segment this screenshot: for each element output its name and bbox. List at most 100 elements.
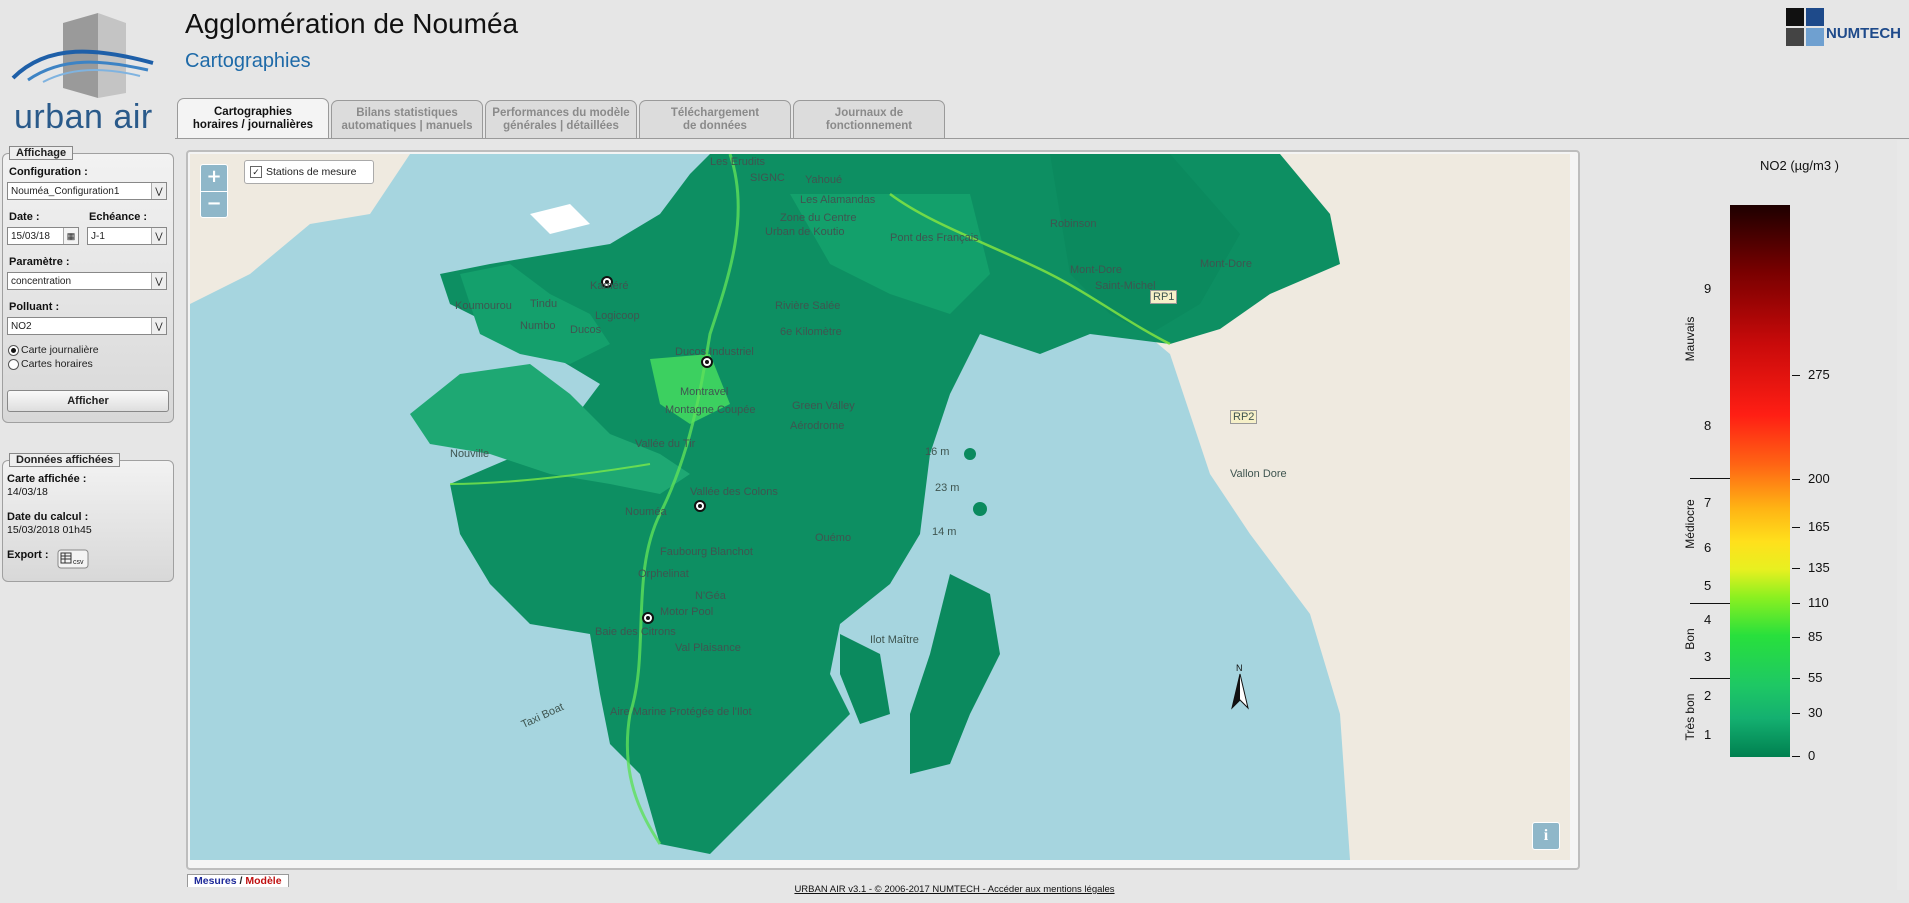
map-canvas: N	[190, 154, 1570, 860]
colorbar-tick-right: 275	[1808, 367, 1830, 382]
main-tabs: Cartographies horaires / journalières Bi…	[177, 98, 945, 140]
affichage-legend: Affichage	[9, 146, 74, 160]
map-label: 14 m	[932, 526, 957, 538]
map-label: Numbo	[520, 320, 556, 332]
map-label: Tindu	[530, 298, 558, 310]
map-label: Green Valley	[792, 400, 855, 412]
radio-horaires-label: Cartes horaires	[21, 358, 93, 370]
parametre-select[interactable]: concentration ⋁	[7, 272, 167, 290]
chevron-down-icon: ⋁	[151, 273, 166, 289]
map-label: Vallée des Colons	[690, 486, 778, 498]
page-scrollbar[interactable]	[1897, 140, 1909, 890]
tick-mark	[1792, 479, 1800, 480]
colorbar-tick-left: 5	[1704, 578, 1712, 593]
colorbar-tick-right: 55	[1808, 670, 1823, 685]
zoom-in-button[interactable]: +	[201, 165, 227, 192]
colorbar-tick-left: 7	[1704, 495, 1712, 510]
zoom-out-button[interactable]: −	[201, 192, 227, 218]
colorbar-tick-right: 135	[1808, 560, 1830, 575]
brand-logo-text: NUMTECH	[1826, 25, 1901, 42]
colorbar	[1730, 205, 1790, 757]
map-label: Faubourg Blanchot	[660, 546, 753, 558]
calendar-icon[interactable]: ▦	[63, 228, 78, 244]
colorbar-tick-left: 3	[1704, 649, 1712, 664]
colorbar-tick-right: 30	[1808, 705, 1823, 720]
map-label: Montravel	[680, 386, 729, 398]
map-label: Ducos	[570, 324, 602, 336]
colorbar-title: NO2 (µg/m3 )	[1760, 158, 1840, 173]
tick-mark	[1792, 713, 1800, 714]
road-label: RP1	[1150, 290, 1178, 304]
radio-journaliere-label: Carte journalière	[21, 344, 99, 356]
tab-bilans[interactable]: Bilans statistiques automatiques | manue…	[331, 100, 483, 139]
stations-label: Stations de mesure	[266, 166, 357, 178]
tab-cartographies[interactable]: Cartographies horaires / journalières	[177, 98, 329, 139]
map-label: Saint-Michel	[1095, 280, 1156, 292]
donnees-panel: Données affichées Carte affichée : 14/03…	[2, 453, 174, 582]
chevron-down-icon: ⋁	[151, 183, 166, 199]
polluant-label: Polluant :	[9, 301, 60, 313]
radio-dot	[8, 358, 19, 370]
echeance-label: Echéance :	[89, 211, 148, 223]
map-label: Zone du Centre	[780, 212, 857, 224]
map-label: Logicoop	[595, 310, 640, 322]
tab-journaux[interactable]: Journaux de fonctionnement	[793, 100, 945, 139]
info-button[interactable]: i	[1532, 822, 1560, 850]
colorbar-tick-right: 165	[1808, 519, 1830, 534]
colorbar-tick-left: 9	[1704, 281, 1712, 296]
radio-dot-selected	[8, 344, 19, 356]
map-label: 23 m	[935, 482, 960, 494]
map-label: Les Erudits	[710, 156, 766, 168]
map-view[interactable]: N Les Erudits SIGNC Yahoué Les Alamandas…	[190, 154, 1570, 860]
colorbar-category: Médiocre	[1683, 499, 1697, 549]
date-input[interactable]: 15/03/18 ▦	[7, 227, 79, 245]
map-label: Pont des Français	[890, 232, 979, 244]
colorbar-category: Très bon	[1683, 693, 1697, 741]
colorbar-tick-right: 85	[1808, 629, 1823, 644]
page-title: Agglomération de Nouméa	[185, 8, 519, 39]
tab-telechargement[interactable]: Téléchargement de données	[639, 100, 791, 139]
map-label: Val Plaisance	[675, 642, 741, 654]
page-subtitle: Cartographies	[185, 50, 311, 72]
echeance-value: J-1	[91, 231, 105, 242]
chevron-down-icon: ⋁	[151, 228, 166, 244]
logo-text: urban air	[14, 98, 153, 136]
afficher-button[interactable]: Afficher	[7, 390, 169, 412]
map-label: Motor Pool	[660, 606, 714, 618]
map-label: Urban de Koutio	[765, 226, 845, 238]
echeance-select[interactable]: J-1 ⋁	[87, 227, 167, 245]
footer-legal-link[interactable]: URBAN AIR v3.1 - © 2006-2017 NUMTECH - A…	[0, 884, 1909, 895]
map-label: 6e Kilomètre	[780, 326, 842, 338]
tick-mark	[1792, 603, 1800, 604]
colorbar-tick-left: 6	[1704, 540, 1712, 555]
zoom-control: + −	[200, 164, 228, 218]
map-label: Vallée du Tir	[635, 438, 696, 450]
colorbar-category: Mauvais	[1683, 316, 1697, 362]
map-label: Nouméa	[625, 506, 667, 518]
map-label: N'Géa	[695, 590, 726, 602]
radio-cartes-horaires[interactable]: Cartes horaires	[8, 358, 93, 370]
map-label: Montagne Coupée	[665, 404, 756, 416]
tick-mark	[1792, 756, 1800, 757]
colorbar-tick-left: 8	[1704, 418, 1712, 433]
map-label: Ducos Industriel	[675, 346, 754, 358]
csv-icon[interactable]: csv	[57, 549, 89, 569]
tick-mark	[1792, 568, 1800, 569]
road-label: RP2	[1230, 410, 1258, 424]
polluant-select[interactable]: NO2 ⋁	[7, 317, 167, 335]
donnees-legend: Données affichées	[9, 453, 121, 467]
map-label: Ouémo	[815, 532, 852, 544]
map-label: Les Alamandas	[800, 194, 876, 206]
map-label: Nouville	[450, 448, 490, 460]
stations-toggle[interactable]: ✓ Stations de mesure	[244, 160, 374, 184]
map-label: Ilot Maître	[870, 634, 919, 646]
radio-carte-journaliere[interactable]: Carte journalière	[8, 344, 99, 356]
configuration-select[interactable]: Nouméa_Configuration1 ⋁	[7, 182, 167, 200]
map-label: Koumourou	[455, 300, 512, 312]
checkbox-checked-icon[interactable]: ✓	[250, 166, 262, 178]
tab-performances[interactable]: Performances du modèle générales | détai…	[485, 100, 637, 139]
colorbar-tick-left: 4	[1704, 612, 1712, 627]
map-label: Baie des Citrons	[595, 626, 676, 638]
map-label: Mont-Dore	[1070, 264, 1122, 276]
tab-divider	[175, 138, 1909, 139]
